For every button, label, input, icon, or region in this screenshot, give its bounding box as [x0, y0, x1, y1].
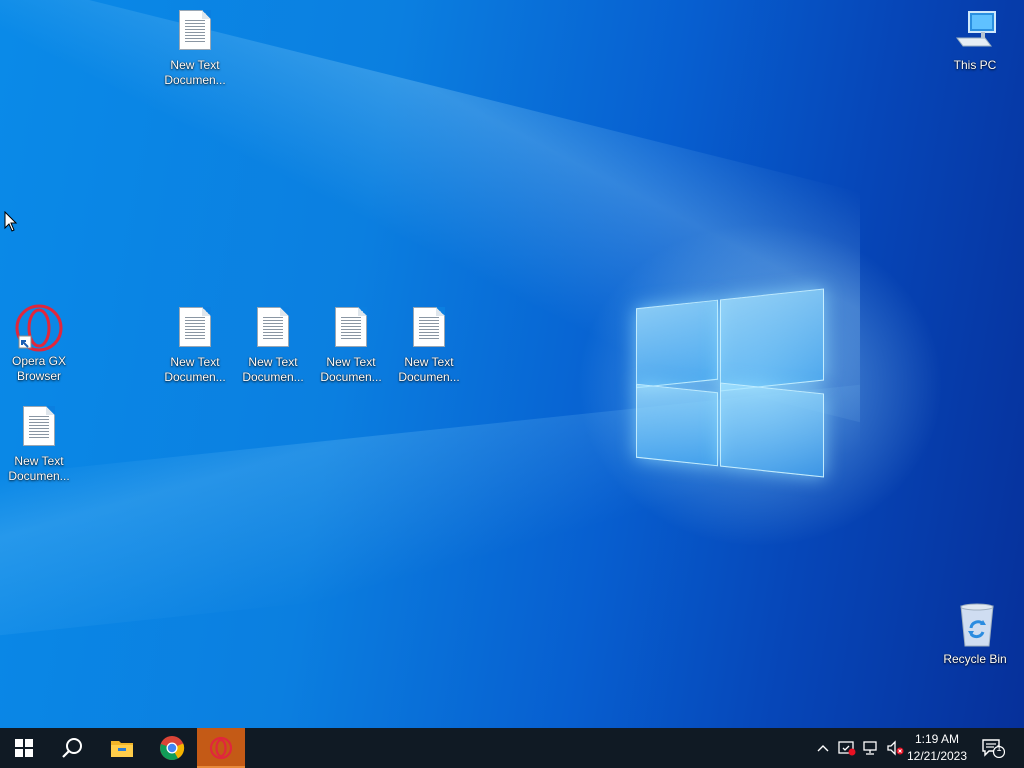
network-icon	[863, 741, 877, 755]
start-button[interactable]	[0, 728, 48, 768]
opera-gx-icon	[15, 304, 63, 352]
opera-gx-button[interactable]	[197, 728, 245, 768]
windows-logo-icon	[15, 739, 33, 757]
desktop-icon-label: Opera GX Browser	[11, 354, 67, 383]
desktop-icon-text-document[interactable]: New Text Documen...	[157, 305, 233, 385]
computer-icon	[955, 8, 996, 52]
clock[interactable]: 1:19 AM 12/21/2023	[902, 731, 972, 765]
desktop-icon-text-document[interactable]: New Text Documen...	[157, 8, 233, 88]
desktop-icon-label: This PC	[953, 58, 997, 72]
clock-time: 1:19 AM	[914, 732, 960, 746]
security-tray-button[interactable]	[836, 728, 858, 768]
notification-center-button[interactable]: 1	[978, 728, 1008, 768]
text-file-icon	[253, 305, 293, 349]
desktop-icon-label: New Text Documen...	[242, 355, 304, 384]
desktop-icon-this-pc[interactable]: This PC	[937, 8, 1013, 73]
chrome-button[interactable]	[148, 728, 196, 768]
folder-icon	[111, 741, 133, 757]
text-file-icon	[331, 305, 371, 349]
desktop-icon-label: New Text Documen...	[320, 355, 382, 384]
network-tray-button[interactable]	[860, 728, 882, 768]
desktop-icon-text-document[interactable]: New Text Documen...	[391, 305, 467, 385]
clock-date: 12/21/2023	[906, 749, 968, 763]
text-file-icon	[175, 305, 215, 349]
show-hidden-icons-button[interactable]	[812, 728, 834, 768]
text-file-icon	[175, 8, 215, 52]
security-icon	[838, 741, 856, 756]
desktop-icon-text-document[interactable]: New Text Documen...	[313, 305, 389, 385]
search-icon	[62, 738, 82, 758]
text-file-icon	[19, 404, 59, 448]
chevron-up-icon	[817, 745, 829, 752]
file-explorer-button[interactable]	[98, 728, 146, 768]
desktop-icon-text-document[interactable]: New Text Documen...	[1, 404, 77, 484]
desktop-icon-label: New Text Documen...	[8, 454, 70, 483]
desktop-icon-text-document[interactable]: New Text Documen...	[235, 305, 311, 385]
taskbar: 1:19 AM 12/21/2023 1	[0, 728, 1024, 768]
text-file-icon	[409, 305, 449, 349]
desktop-icon-label: New Text Documen...	[164, 355, 226, 384]
chrome-icon	[160, 736, 185, 761]
desktop-icon-label: Recycle Bin	[943, 652, 1007, 666]
windows-wallpaper-logo	[636, 288, 824, 480]
desktop-icon-recycle-bin[interactable]: Recycle Bin	[937, 602, 1013, 667]
recycle-bin-icon	[955, 602, 995, 647]
notification-count: 1	[996, 743, 1002, 753]
mouse-cursor-icon	[4, 211, 18, 232]
search-button[interactable]	[48, 728, 96, 768]
desktop-icon-opera-gx[interactable]: Opera GX Browser	[1, 304, 77, 384]
desktop-icon-label: New Text Documen...	[164, 58, 226, 87]
desktop[interactable]: New Text Documen... This PC Opera GX Brows…	[0, 0, 1024, 728]
desktop-icon-label: New Text Documen...	[398, 355, 460, 384]
opera-gx-icon	[209, 736, 233, 760]
